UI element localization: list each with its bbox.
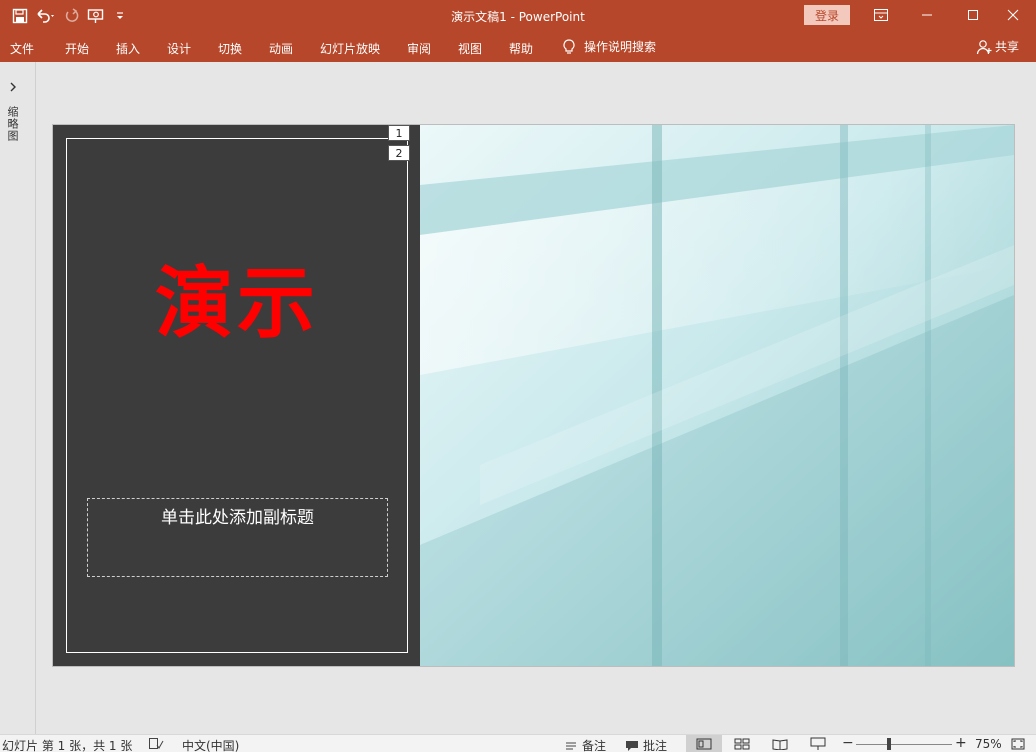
tab-view[interactable]: 视图	[458, 40, 482, 57]
slide-count-status: 幻灯片 第 1 张，共 1 张	[2, 739, 133, 752]
ribbon-tabs: 文件 开始 插入 设计 切换 动画 幻灯片放映 审阅 视图 帮助 操作说明搜索 …	[0, 32, 1036, 62]
tab-review[interactable]: 审阅	[407, 40, 431, 57]
chevron-right-icon	[10, 82, 16, 92]
signin-button[interactable]: 登录	[804, 5, 850, 25]
comments-button[interactable]: 批注	[625, 737, 667, 752]
book-icon	[772, 739, 788, 750]
save-icon	[12, 8, 28, 24]
save-button[interactable]	[8, 5, 32, 27]
ribbon-display-icon	[874, 9, 888, 21]
tab-home[interactable]: 开始	[65, 40, 89, 57]
quick-access-toolbar	[8, 5, 132, 27]
tab-animations[interactable]: 动画	[269, 40, 293, 57]
undo-icon	[37, 9, 54, 23]
slideshow-icon	[87, 9, 104, 23]
comment-icon	[626, 740, 638, 751]
animation-order-badge: 1	[388, 125, 410, 141]
maximize-icon	[968, 10, 978, 20]
normal-view-button[interactable]	[686, 735, 722, 752]
reading-view-button[interactable]	[762, 735, 798, 752]
slide-sorter-view-button[interactable]	[724, 735, 760, 752]
thumbnails-pane: 缩略图	[0, 62, 36, 734]
close-icon	[1007, 9, 1019, 21]
accessibility-check-button[interactable]	[148, 737, 164, 751]
title-bar: 演示文稿1 - PowerPoint 登录	[0, 0, 1036, 32]
zoom-out-button[interactable]: −	[842, 735, 854, 751]
tab-help[interactable]: 帮助	[509, 40, 533, 57]
tab-file[interactable]: 文件	[10, 40, 34, 57]
presentation-icon	[810, 737, 826, 750]
powerpoint-window: 演示文稿1 - PowerPoint 登录 文件 开始 插入 设计 切换 动画 …	[0, 0, 1036, 752]
minimize-button[interactable]	[904, 0, 950, 30]
status-bar: 幻灯片 第 1 张，共 1 张 中文(中国) 备注 批注 − + 75%	[0, 734, 1036, 752]
animation-order-badge: 2	[388, 145, 410, 161]
notes-icon	[566, 742, 576, 749]
tell-me-label: 操作说明搜索	[584, 40, 657, 54]
slide-title[interactable]: 演示	[67, 265, 407, 343]
dropdown-icon	[117, 12, 123, 19]
redo-button[interactable]	[60, 5, 84, 27]
redo-icon	[65, 8, 79, 22]
customize-qat-button[interactable]	[108, 5, 132, 27]
slideshow-view-button[interactable]	[800, 735, 836, 752]
ribbon-display-options-button[interactable]	[858, 0, 904, 30]
zoom-slider-track[interactable]	[856, 744, 952, 745]
undo-button[interactable]	[32, 5, 60, 27]
start-from-beginning-button[interactable]	[84, 5, 108, 27]
subtitle-placeholder-text: 单击此处添加副标题	[161, 508, 314, 528]
subtitle-placeholder[interactable]: 单击此处添加副标题	[87, 498, 388, 577]
language-status[interactable]: 中文(中国)	[182, 737, 239, 752]
slide-canvas[interactable]: 1 2 演示 单击此处添加副标题	[52, 124, 1015, 667]
tab-transitions[interactable]: 切换	[218, 40, 242, 57]
share-user-icon	[976, 39, 992, 54]
minimize-icon	[922, 14, 932, 16]
accessibility-icon	[149, 738, 164, 749]
lightbulb-icon	[563, 38, 575, 54]
thumbnails-label: 缩略图	[6, 106, 19, 142]
fit-to-window-icon	[1011, 738, 1025, 750]
comments-label: 批注	[643, 739, 668, 752]
notes-label: 备注	[582, 739, 607, 752]
normal-view-icon	[696, 738, 712, 750]
zoom-level[interactable]: 75%	[975, 737, 1002, 751]
zoom-in-button[interactable]: +	[955, 735, 967, 751]
tell-me-search[interactable]: 操作说明搜索	[562, 38, 656, 55]
expand-thumbnails-button[interactable]	[6, 80, 20, 94]
close-button[interactable]	[990, 0, 1036, 30]
glass-window-image	[420, 125, 1014, 666]
tab-insert[interactable]: 插入	[116, 40, 140, 57]
tab-design[interactable]: 设计	[167, 40, 191, 57]
fit-slide-button[interactable]	[1000, 735, 1036, 752]
grid-view-icon	[734, 738, 750, 750]
share-label: 共享	[995, 40, 1020, 54]
slide-background-photo[interactable]	[420, 125, 1014, 666]
zoom-slider-thumb[interactable]	[887, 738, 891, 750]
tab-slideshow[interactable]: 幻灯片放映	[320, 40, 380, 57]
share-button[interactable]: 共享	[976, 38, 1019, 55]
notes-button[interactable]: 备注	[564, 737, 606, 752]
